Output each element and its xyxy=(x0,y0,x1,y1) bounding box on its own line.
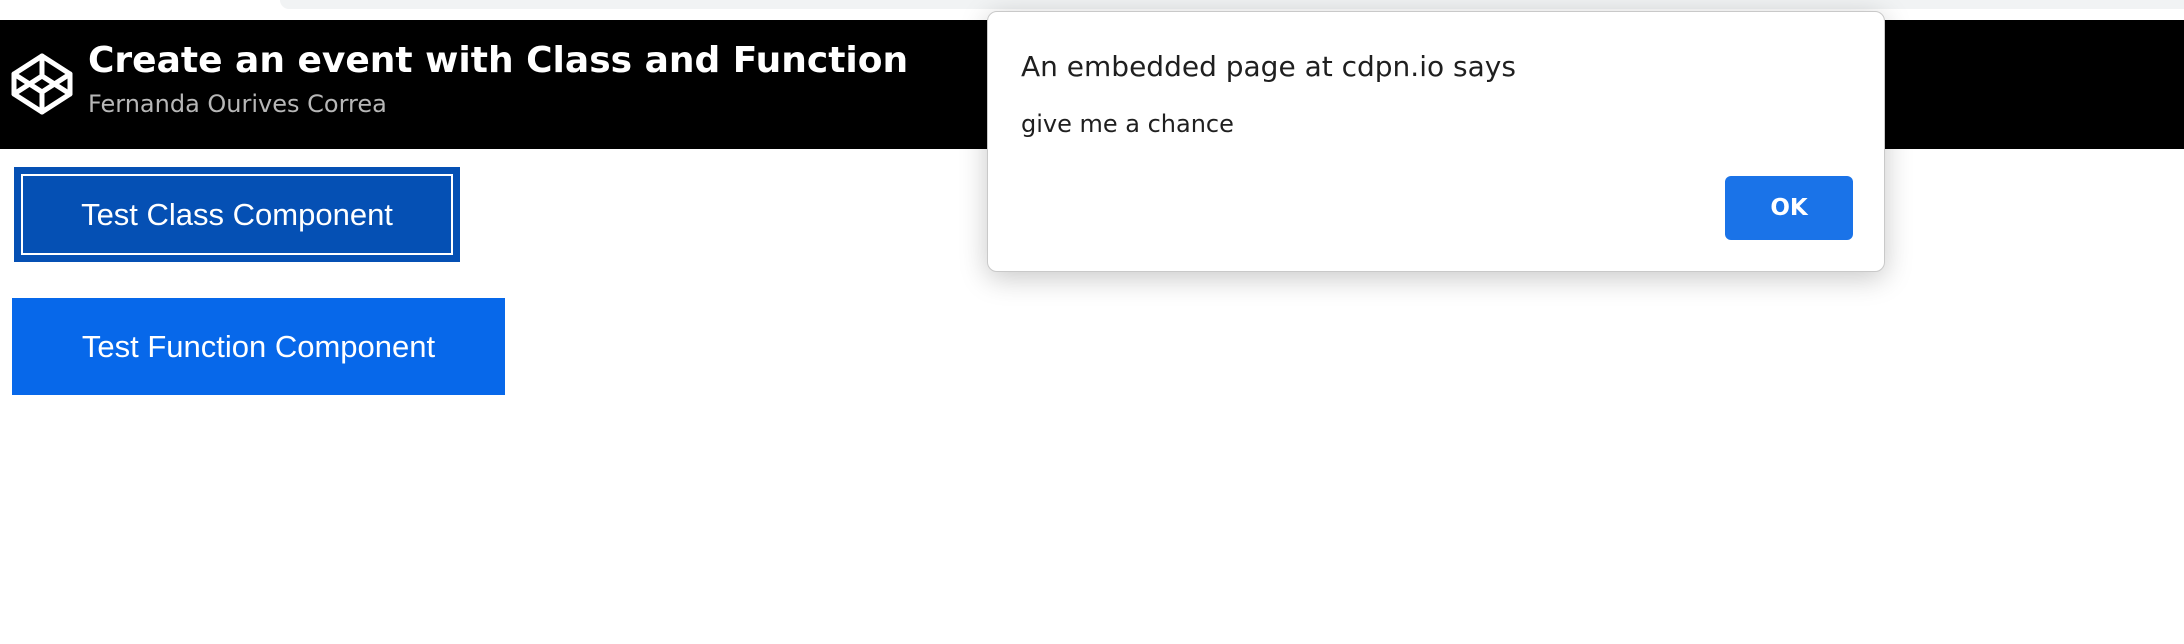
dialog-message: give me a chance xyxy=(1021,110,1234,138)
page-title: Create an event with Class and Function xyxy=(88,40,909,81)
test-class-component-label: Test Class Component xyxy=(21,174,453,255)
alert-dialog: An embedded page at cdpn.io says give me… xyxy=(987,11,1885,272)
test-function-component-button[interactable]: Test Function Component xyxy=(12,298,505,395)
codepen-logo-icon xyxy=(11,53,73,115)
test-class-component-button[interactable]: Test Class Component xyxy=(14,167,460,262)
page: Create an event with Class and Function … xyxy=(0,0,2184,644)
author-name: Fernanda Ourives Correa xyxy=(88,90,387,118)
browser-top-bar xyxy=(280,0,2184,9)
dialog-ok-button[interactable]: OK xyxy=(1725,176,1853,240)
dialog-title: An embedded page at cdpn.io says xyxy=(1021,50,1516,83)
